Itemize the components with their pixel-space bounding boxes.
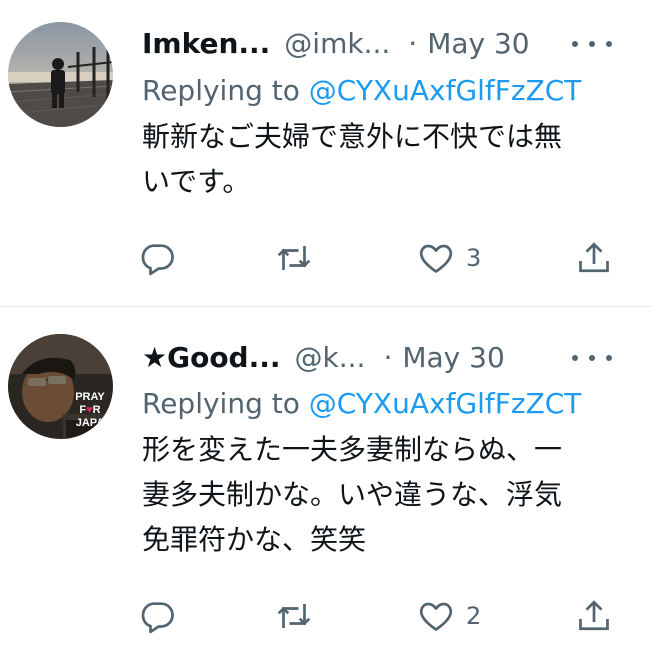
like-button[interactable]: 2 bbox=[418, 594, 481, 638]
timestamp[interactable]: May 30 bbox=[427, 27, 529, 60]
display-name[interactable]: ★Good... bbox=[142, 341, 281, 374]
tweet-header: Imken... @imk... · May 30 bbox=[142, 23, 530, 63]
replying-prefix: Replying to bbox=[142, 74, 309, 107]
tweet-actions: 2 bbox=[0, 594, 652, 638]
tweet-text: 斬新なご夫婦で意外に不快では無 いです。 bbox=[142, 114, 632, 204]
reply-icon bbox=[141, 244, 174, 276]
separator-dot: · bbox=[383, 340, 393, 374]
reply-button[interactable] bbox=[140, 594, 176, 638]
more-icon[interactable] bbox=[572, 351, 612, 365]
avatar[interactable] bbox=[8, 22, 113, 127]
more-icon[interactable] bbox=[572, 37, 612, 51]
avatar[interactable]: PRAY F♥R JAPA bbox=[8, 334, 113, 439]
tweet-text: 形を変えた一夫多妻制ならぬ、一 妻多夫制かな。いや違うな、浮気 免罪符かな、笑笑 bbox=[142, 427, 632, 562]
tweet-text-line: 形を変えた一夫多妻制ならぬ、一 bbox=[142, 433, 563, 466]
avatar-overlay-text: PRAY F♥R JAPA bbox=[66, 391, 113, 430]
avatar-photo bbox=[8, 22, 113, 127]
tweet-header: ★Good... @k... · May 30 bbox=[142, 337, 505, 377]
share-icon bbox=[579, 242, 609, 273]
share-button[interactable] bbox=[576, 236, 612, 280]
replying-to-link[interactable]: @CYXuAxfGlfFzZCT bbox=[309, 74, 582, 107]
user-handle[interactable]: @imk... bbox=[284, 27, 390, 60]
retweet-button[interactable] bbox=[276, 236, 312, 280]
tweet-actions: 3 bbox=[0, 236, 652, 280]
retweet-icon bbox=[277, 246, 311, 270]
avatar-text-line: PRAY bbox=[75, 391, 105, 403]
separator-dot: · bbox=[408, 26, 418, 60]
retweet-button[interactable] bbox=[276, 594, 312, 638]
like-count: 2 bbox=[466, 602, 482, 630]
like-button[interactable]: 3 bbox=[418, 236, 481, 280]
tweet[interactable]: PRAY F♥R JAPA ★Good... @k... · May 30 Re… bbox=[0, 307, 652, 656]
timestamp[interactable]: May 30 bbox=[402, 341, 504, 374]
tweet-text-line: 免罪符かな、笑笑 bbox=[142, 523, 367, 556]
user-handle[interactable]: @k... bbox=[295, 341, 366, 374]
reply-icon bbox=[141, 602, 174, 634]
tweet[interactable]: Imken... @imk... · May 30 Replying to @C… bbox=[0, 0, 652, 306]
retweet-icon bbox=[277, 604, 311, 628]
tweet-text-line: 斬新なご夫婦で意外に不快では無 bbox=[142, 120, 563, 153]
replying-to: Replying to @CYXuAxfGlfFzZCT bbox=[142, 387, 581, 420]
tweet-text-line: 妻多夫制かな。いや違うな、浮気 bbox=[142, 478, 563, 511]
avatar-text-r: R bbox=[92, 404, 101, 416]
heart-icon bbox=[419, 602, 453, 631]
heart-icon bbox=[419, 244, 453, 273]
like-count: 3 bbox=[466, 244, 482, 272]
reply-button[interactable] bbox=[140, 236, 176, 280]
replying-prefix: Replying to bbox=[142, 387, 309, 420]
display-name[interactable]: Imken... bbox=[142, 27, 270, 60]
avatar-text-line: JAPA bbox=[75, 417, 105, 429]
replying-to: Replying to @CYXuAxfGlfFzZCT bbox=[142, 74, 581, 107]
share-icon bbox=[579, 600, 609, 631]
share-button[interactable] bbox=[576, 594, 612, 638]
replying-to-link[interactable]: @CYXuAxfGlfFzZCT bbox=[309, 387, 582, 420]
tweet-text-line: いです。 bbox=[142, 165, 251, 198]
